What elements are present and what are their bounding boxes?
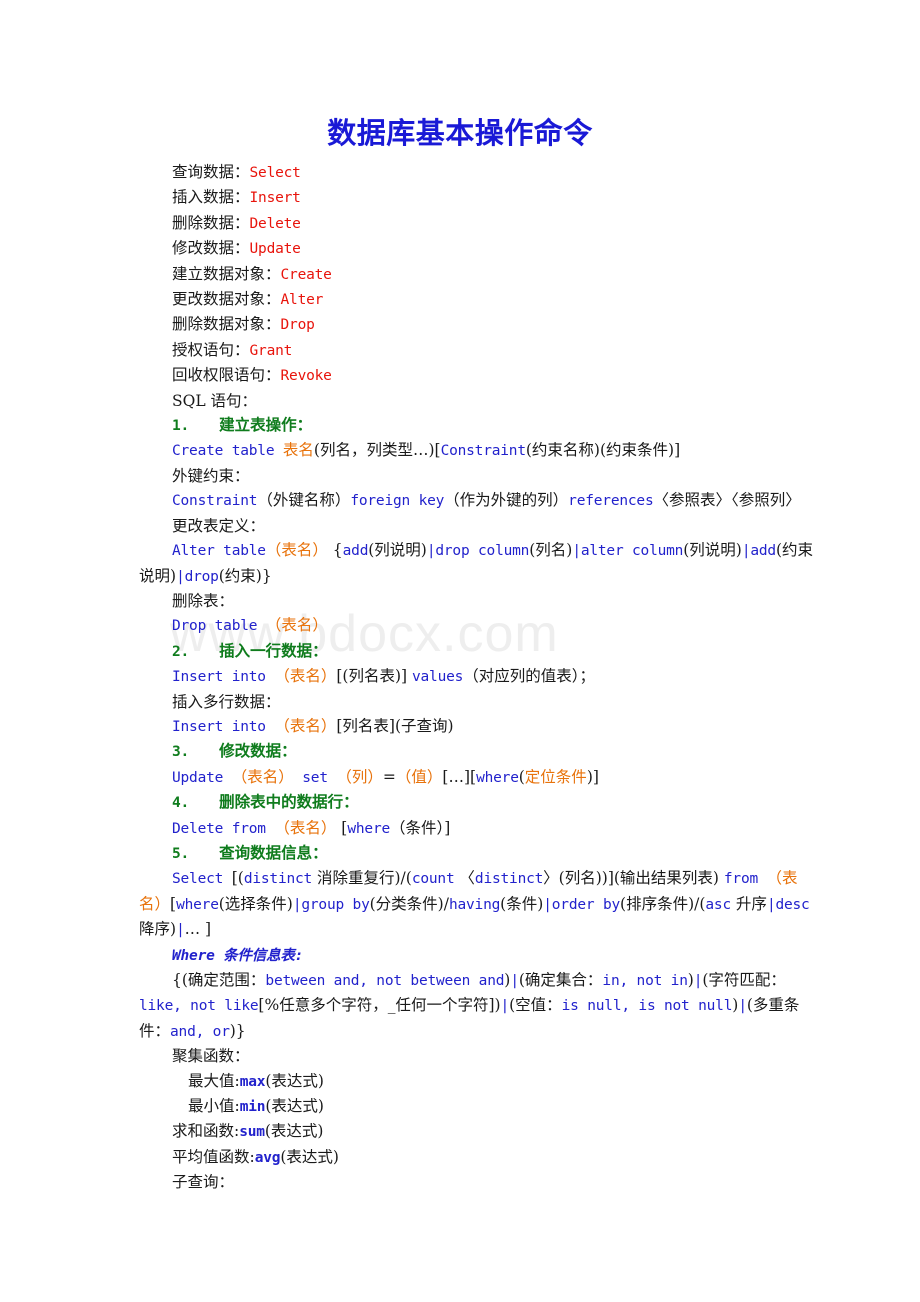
command-row: 建立数据对象：Create [139, 262, 813, 287]
subquery-label: 子查询： [172, 1173, 235, 1192]
alter-table-statement: Alter table（表名） {add(列说明)|drop column(列名… [139, 541, 813, 585]
command-label: 查询数据： [172, 163, 250, 181]
command-row: 授权语句：Grant [139, 338, 813, 363]
delete-statement: Delete from （表名） [where（条件）] [172, 818, 451, 837]
section-heading-5: 5. 查询数据信息： [172, 842, 328, 862]
command-row: 删除数据对象：Drop [139, 312, 813, 337]
command-value: Alter [280, 292, 324, 309]
document-body: 查询数据：Select 插入数据：Insert 删除数据：Delete 修改数据… [139, 160, 813, 1195]
command-label: 更改数据对象： [172, 290, 281, 309]
insert-one-statement: Insert into （表名）[(列名表)] values（对应列的值表）； [172, 667, 595, 686]
drop-table-label: 删除表： [172, 591, 235, 610]
aggregate-row: 最小值:min(表达式) [188, 1097, 324, 1116]
command-value: Update [249, 241, 301, 258]
command-value: Create [280, 266, 332, 283]
section-heading-3: 3. 修改数据： [172, 741, 297, 761]
where-table-content: {(确定范围：between and, not between and)|(确定… [139, 971, 800, 1040]
command-row: 插入数据：Insert [139, 185, 813, 210]
section-heading-2: 2. 插入一行数据： [172, 640, 328, 660]
sql-section-label: SQL 语句： [172, 391, 258, 410]
create-table-statement: Create table 表名(列名，列类型…)[Constraint(约束名称… [172, 441, 681, 460]
command-row: 回收权限语句：Revoke [139, 363, 813, 388]
aggregate-row: 求和函数:sum(表达式) [172, 1122, 324, 1141]
command-label: 删除数据： [172, 213, 250, 232]
where-table-heading: Where 条件信息表: [172, 947, 304, 964]
document-page: www.bdocx.com 数据库基本操作命令 查询数据：Select 插入数据… [0, 0, 920, 1302]
command-label: 授权语句： [172, 340, 250, 359]
command-label: 插入数据： [172, 188, 250, 207]
command-row: 删除数据：Delete [139, 211, 813, 236]
insert-multi-statement: Insert into （表名）[列名表](子查询) [172, 716, 454, 735]
command-value: Select [249, 165, 301, 181]
command-row: 查询数据：Select [139, 160, 813, 185]
command-label: 删除数据对象： [172, 315, 281, 334]
foreign-key-label: 外键约束： [172, 466, 250, 485]
command-value: Revoke [280, 368, 332, 385]
command-value: Drop [280, 317, 315, 334]
update-statement: Update （表名） set （列）=（值）[…][where(定位条件)] [172, 767, 599, 786]
command-value: Insert [249, 190, 301, 207]
select-statement: Select [(distinct 消除重复行)/(count 〈distinc… [139, 869, 810, 939]
command-value: Grant [249, 342, 293, 359]
aggregate-row: 最大值:max(表达式) [188, 1071, 324, 1090]
command-label: 建立数据对象： [172, 264, 281, 283]
command-label: 回收权限语句： [172, 366, 281, 385]
aggregates-label: 聚集函数： [172, 1047, 250, 1066]
insert-multi-label: 插入多行数据： [172, 692, 281, 711]
alter-table-label: 更改表定义： [172, 516, 266, 535]
command-row: 修改数据：Update [139, 236, 813, 261]
command-value: Delete [249, 215, 301, 232]
section-heading-1: 1. 建立表操作： [172, 415, 313, 435]
drop-table-statement: Drop table （表名） [172, 616, 328, 635]
command-label: 修改数据： [172, 239, 250, 258]
command-row: 更改数据对象：Alter [139, 287, 813, 312]
aggregate-row: 平均值函数:avg(表达式) [172, 1147, 339, 1166]
section-heading-4: 4. 删除表中的数据行： [172, 792, 359, 812]
page-title: 数据库基本操作命令 [327, 116, 593, 150]
foreign-key-statement: Constraint（外键名称）foreign key（作为外键的列）refer… [172, 491, 801, 510]
